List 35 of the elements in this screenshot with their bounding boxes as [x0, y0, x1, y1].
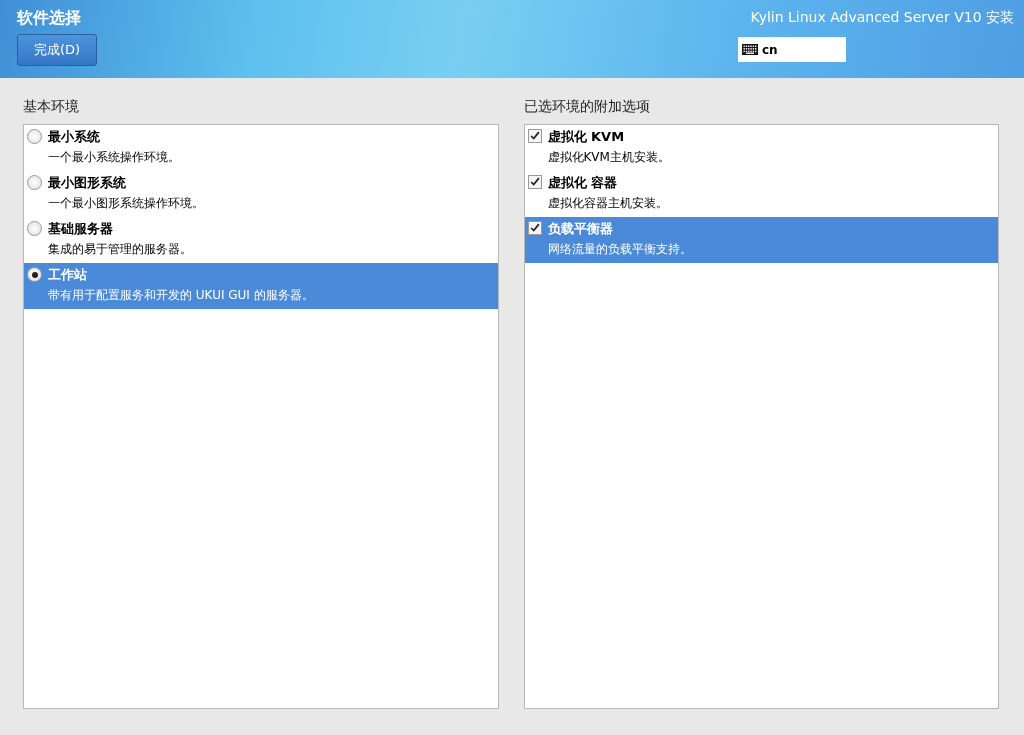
radio-button[interactable]: [27, 221, 42, 236]
page-title: 软件选择: [17, 8, 82, 29]
option-row[interactable]: 最小系统 一个最小系统操作环境。: [24, 125, 498, 171]
option-description: 网络流量的负载平衡支持。: [547, 241, 692, 258]
option-description: 集成的易于管理的服务器。: [48, 241, 192, 258]
option-row[interactable]: 工作站 带有用于配置服务和开发的 UKUI GUI 的服务器。: [24, 263, 498, 309]
done-button[interactable]: 完成(D): [17, 34, 97, 66]
option-description: 一个最小图形系统操作环境。: [48, 195, 204, 212]
radio-button[interactable]: [27, 129, 42, 144]
option-name: 虚拟化 容器: [547, 174, 619, 192]
product-title: Kylin Linux Advanced Server V10 安装: [750, 9, 1014, 27]
option-row[interactable]: 最小图形系统 一个最小图形系统操作环境。: [24, 171, 498, 217]
option-name: 负载平衡器: [547, 220, 614, 238]
radio-button[interactable]: [27, 267, 42, 282]
option-name: 最小系统: [48, 128, 101, 146]
option-name: 虚拟化 KVM: [547, 128, 626, 146]
option-row[interactable]: 虚拟化 KVM 虚拟化KVM主机安装。: [524, 125, 998, 171]
option-name: 工作站: [48, 266, 88, 284]
option-name: 基础服务器: [48, 220, 114, 238]
section-heading: 已选环境的附加选项: [523, 98, 651, 116]
option-description: 带有用于配置服务和开发的 UKUI GUI 的服务器。: [48, 287, 314, 304]
keyboard-layout-field[interactable]: cn: [738, 37, 846, 62]
option-description: 虚拟化容器主机安装。: [547, 195, 668, 212]
section-heading: 基本环境: [23, 98, 80, 116]
keyboard-icon: [742, 44, 758, 55]
checkbox[interactable]: [527, 221, 542, 235]
option-row[interactable]: 虚拟化 容器 虚拟化容器主机安装。: [524, 171, 998, 217]
checkbox[interactable]: [527, 129, 542, 143]
option-name: 最小图形系统: [48, 174, 127, 192]
option-description: 虚拟化KVM主机安装。: [547, 149, 670, 166]
checkbox[interactable]: [527, 175, 542, 189]
option-row[interactable]: 负载平衡器 网络流量的负载平衡支持。: [524, 217, 998, 263]
option-description: 一个最小系统操作环境。: [48, 149, 180, 166]
option-row[interactable]: 基础服务器 集成的易于管理的服务器。: [24, 217, 498, 263]
radio-button[interactable]: [27, 175, 42, 190]
